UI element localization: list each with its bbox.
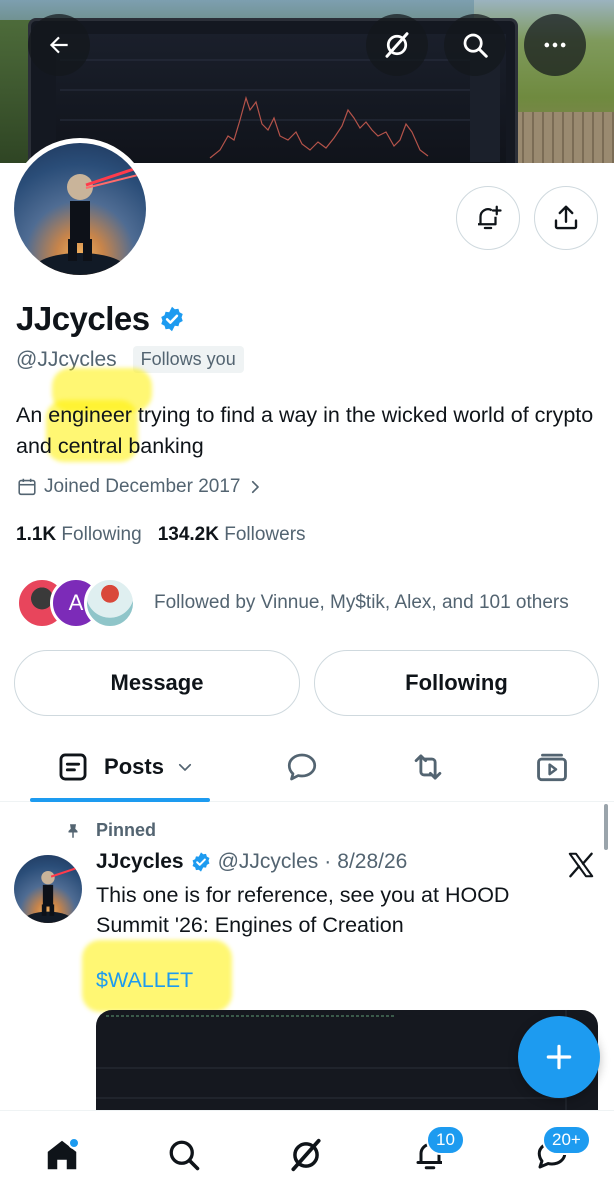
home-unread-dot [68,1137,80,1149]
joined-label: Joined December 2017 [44,476,241,497]
verified-badge-icon [192,852,210,872]
following-count: 1.1K [16,524,57,545]
pinned-indicator: Pinned [64,820,156,841]
post-header: JJcycles @JJcycles · 8/28/26 [96,850,407,874]
banner-price-chart [60,40,500,162]
nav-home[interactable] [38,1131,86,1179]
nav-notifications[interactable]: 10 [406,1125,465,1179]
pin-icon [68,823,78,838]
avatar-image [14,143,146,275]
search-icon [169,1140,200,1171]
tab-reposts[interactable] [402,732,454,802]
profile-tabs: Posts [0,732,614,802]
followers-stat-label: Followers [224,524,306,545]
bottom-navigation: 10 20+ [0,1110,614,1200]
more-button[interactable] [524,14,586,76]
tab-replies[interactable] [276,732,328,802]
more-icon [544,42,566,48]
joined-date[interactable]: Joined December 2017 [16,476,264,498]
post-author-handle: @JJcycles [217,850,319,873]
media-icon [537,753,567,782]
chevron-down-icon [178,763,192,771]
calendar-icon [18,478,36,496]
reply-icon [287,753,317,781]
nav-explore[interactable] [160,1131,208,1179]
cashtag-link[interactable]: $WALLET [96,968,193,993]
x-logo-icon[interactable] [566,850,596,880]
scrollbar[interactable] [604,804,608,850]
message-button[interactable]: Message [14,650,300,716]
nav-messages[interactable]: 20+ [528,1125,591,1179]
arrow-left-icon [49,36,68,54]
post-meta-separator: · [324,850,332,873]
back-button[interactable] [28,14,90,76]
bell-plus-icon [478,205,502,230]
posts-tab-icon [59,753,87,781]
search-icon [463,33,488,58]
followers-stat[interactable]: 134.2K Followers [158,524,306,546]
share-icon [554,205,578,230]
chevron-right-icon [252,480,260,494]
notifications-toggle-button[interactable] [456,186,520,250]
grok-button[interactable] [366,14,428,76]
followed-by-row[interactable]: A Followed by Vinnue, My$tik, Alex, and … [16,577,569,629]
following-stat-label: Following [61,524,142,545]
share-profile-button[interactable] [534,186,598,250]
followed-by-text: Followed by Vinnue, My$tik, Alex, and 10… [154,592,569,613]
followers-count: 134.2K [157,524,219,545]
compose-post-button[interactable] [518,1016,600,1098]
following-button[interactable]: Following [314,650,599,716]
post-avatar-figure [23,865,82,923]
tab-posts[interactable]: Posts [40,732,210,802]
repost-icon [414,754,442,780]
search-button[interactable] [444,14,506,76]
profile-bio: An engineer trying to find a way in the … [16,403,594,458]
messages-badge: 20+ [542,1125,591,1155]
grok-icon [385,32,409,58]
nav-grok[interactable] [282,1131,330,1179]
grok-icon [291,1138,321,1172]
post-author-avatar[interactable] [14,855,82,923]
follows-you-badge: Follows you [132,346,244,373]
post-author-name[interactable]: JJcycles [96,850,184,874]
following-stat[interactable]: 1.1K Following [16,524,142,546]
post-text: This one is for reference, see you at HO… [96,883,510,937]
active-tab-indicator [30,798,210,802]
profile-name-row: JJcycles [16,300,186,338]
tab-posts-label: Posts [104,754,164,779]
profile-avatar[interactable] [9,138,151,280]
pinned-label: Pinned [96,820,157,840]
avatar-figure [32,163,146,275]
follower-avatar [84,577,136,629]
verified-badge-icon[interactable] [158,305,186,333]
follow-stats: 1.1K Following 134.2K Followers [16,524,306,546]
post-date[interactable]: 8/28/26 [337,850,407,874]
tab-media[interactable] [526,732,578,802]
notifications-badge: 10 [426,1125,465,1155]
plus-icon [546,1044,572,1070]
follower-avatar-letter: A [68,590,84,615]
display-name: JJcycles [16,300,150,337]
